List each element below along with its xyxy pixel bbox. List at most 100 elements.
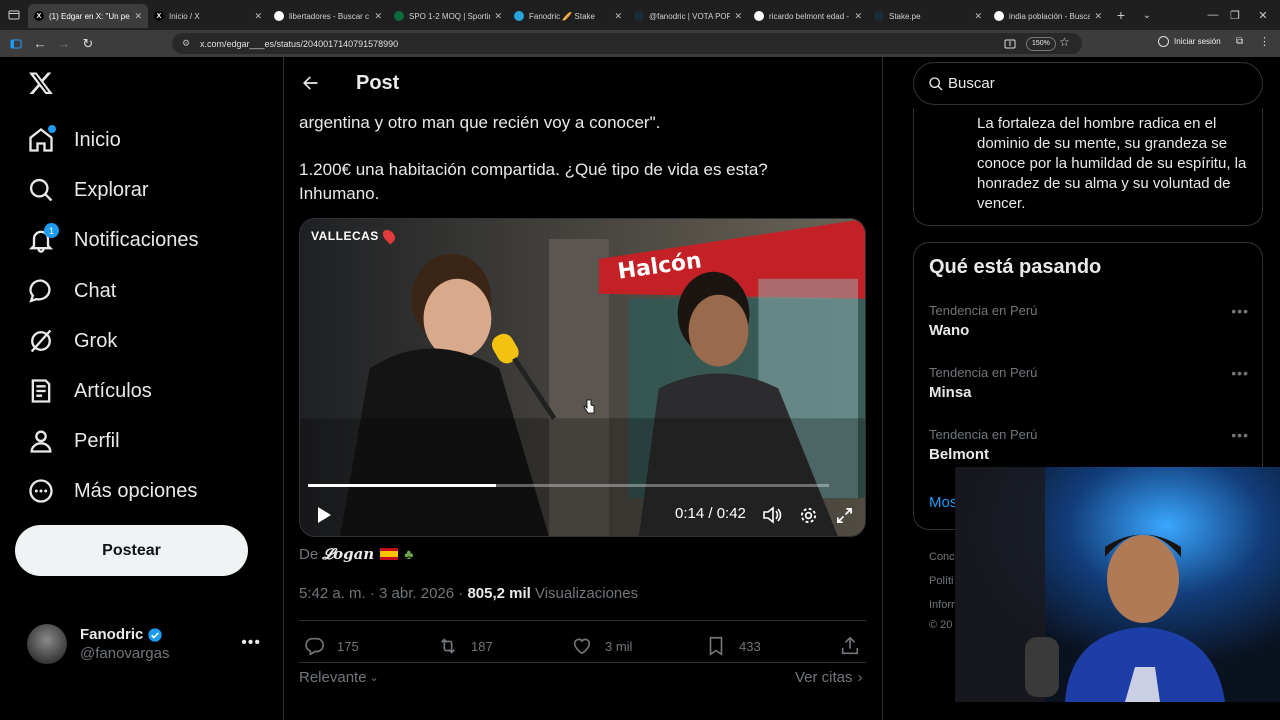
browser-tab[interactable]: Stake.pe ✕	[868, 4, 988, 28]
search-input[interactable]: Buscar	[913, 62, 1263, 105]
trend-context: Tendencia en Perú	[929, 365, 1038, 380]
sidebar-item-explorar[interactable]: Explorar	[26, 170, 148, 210]
view-quotes-link[interactable]: Ver citas ›	[795, 669, 863, 686]
divider	[299, 620, 866, 621]
trend-more-icon[interactable]: •••	[1231, 365, 1249, 381]
reply-button[interactable]: 175	[303, 632, 359, 660]
settings-gear-icon[interactable]	[796, 503, 820, 527]
new-tab-button[interactable]: +	[1108, 7, 1134, 23]
close-tab-icon[interactable]: ✕	[374, 11, 382, 22]
x-logo-icon[interactable]	[28, 70, 54, 98]
browser-tab-bar: X (1) Edgar en X: "Un pe ✕ X Inicio / X ✕ libe…	[0, 0, 1280, 30]
trend-item[interactable]: Tendencia en Perú Minsa •••	[929, 365, 1249, 401]
sidebar-item-inicio[interactable]: Inicio	[26, 120, 121, 160]
tab-title: @fanodric | VOTA POR	[649, 11, 731, 21]
bookmark-count: 433	[739, 638, 761, 654]
footer-link[interactable]: © 20	[929, 619, 952, 631]
chevron-right-icon: ›	[857, 669, 863, 686]
close-tab-icon[interactable]: ✕	[734, 11, 742, 22]
stake-favicon-icon	[634, 11, 644, 21]
browser-tab[interactable]: Fanodric 🥖 Stake ✕	[508, 4, 628, 28]
trend-more-icon[interactable]: •••	[1231, 303, 1249, 319]
credit-name-link[interactable]: 𝓛𝒐𝒈𝒂𝒏	[322, 545, 374, 563]
account-switcher[interactable]: Fanodric @fanovargas •••	[27, 622, 267, 666]
tab-title: Stake.pe	[889, 11, 921, 21]
sidebar-item-grok[interactable]: Grok	[26, 321, 117, 361]
x-favicon-icon: X	[34, 11, 44, 21]
sidebar-item-articulos[interactable]: Artículos	[26, 371, 152, 411]
footer-link[interactable]: Conc	[929, 551, 955, 563]
bookmark-star-icon[interactable]: ☆	[1059, 35, 1070, 49]
download-icon[interactable]	[1004, 37, 1016, 49]
video-progress-bar[interactable]	[308, 484, 829, 487]
page-title: Post	[356, 71, 400, 94]
volume-icon[interactable]	[760, 503, 784, 527]
trend-item[interactable]: Tendencia en Perú Wano •••	[929, 303, 1249, 339]
close-tab-icon[interactable]: ✕	[494, 11, 502, 22]
trend-more-icon[interactable]: •••	[1231, 427, 1249, 443]
browser-tab[interactable]: ricardo belmont edad - ✕	[748, 4, 868, 28]
close-tab-icon[interactable]: ✕	[134, 11, 142, 22]
tweet-timestamp[interactable]: 5:42 a. m. · 3 abr. 2026 ·	[299, 585, 467, 602]
tab-actions-icon[interactable]	[0, 0, 28, 30]
repost-button[interactable]: 187	[437, 632, 493, 660]
tab-title: Fanodric 🥖 Stake	[529, 11, 595, 21]
zoom-indicator[interactable]: 150%	[1026, 37, 1056, 51]
back-icon[interactable]: ←	[28, 30, 52, 57]
fullscreen-icon[interactable]	[832, 503, 856, 527]
sidebar-toggle-icon[interactable]	[4, 30, 28, 57]
sidebar-item-notificaciones[interactable]: 1 Notificaciones	[26, 220, 199, 260]
post-button[interactable]: Postear	[15, 525, 248, 576]
reload-icon[interactable]: ↻	[76, 30, 100, 57]
browser-tab[interactable]: libertadores - Buscar c ✕	[268, 4, 388, 28]
footer-link[interactable]: Políti	[929, 575, 953, 587]
url-text: x.com/edgar___es/status/2040017140791578…	[200, 38, 399, 49]
account-more-icon[interactable]: •••	[241, 634, 261, 652]
forward-icon[interactable]: →	[52, 30, 76, 57]
sort-replies-dropdown[interactable]: Relevante ⌄	[299, 669, 379, 686]
like-button[interactable]: 3 mil	[571, 632, 632, 660]
show-more-link[interactable]: Mos	[929, 494, 957, 511]
webcam-feed	[955, 467, 1280, 702]
sidebar-item-perfil[interactable]: Perfil	[26, 421, 120, 461]
close-tab-icon[interactable]: ✕	[614, 11, 622, 22]
verified-badge-icon	[148, 627, 163, 642]
browser-toolbar: ← → ↻ ⚙ x.com/edgar___es/status/20400171…	[0, 30, 1280, 57]
play-icon[interactable]	[312, 503, 336, 527]
close-tab-icon[interactable]: ✕	[974, 11, 982, 22]
close-window-icon[interactable]: ✕	[1243, 0, 1280, 30]
browser-tab[interactable]: X Inicio / X ✕	[148, 4, 268, 28]
sidebar-item-mas-opciones[interactable]: Más opciones	[26, 471, 197, 511]
sort-label: Relevante	[299, 669, 367, 686]
x-favicon-icon: X	[154, 11, 164, 21]
browser-tab[interactable]: X (1) Edgar en X: "Un pe ✕	[28, 4, 148, 28]
extensions-icon[interactable]: ⧉	[1236, 36, 1243, 47]
close-tab-icon[interactable]: ✕	[1094, 11, 1102, 22]
close-tab-icon[interactable]: ✕	[254, 11, 262, 22]
back-arrow-icon[interactable]	[300, 73, 320, 93]
footer-link[interactable]: Inforn	[929, 599, 957, 611]
site-info-icon[interactable]: ⚙	[182, 38, 194, 49]
bookmark-button[interactable]: 433	[705, 632, 761, 660]
views-count: 805,2 mil	[467, 585, 531, 602]
video-credit: De 𝓛𝒐𝒈𝒂𝒏 ♣	[299, 545, 413, 563]
close-tab-icon[interactable]: ✕	[854, 11, 862, 22]
user-icon	[26, 426, 56, 456]
browser-tab[interactable]: india población - Busca ✕	[988, 4, 1108, 28]
browser-menu-icon[interactable]: ⋮	[1259, 35, 1270, 48]
sidebar-item-label: Chat	[74, 279, 117, 302]
signin-button[interactable]: Iniciar sesión	[1158, 36, 1221, 47]
address-bar[interactable]: ⚙ x.com/edgar___es/status/20400171407915…	[172, 33, 1082, 54]
sidebar-item-chat[interactable]: Chat	[26, 271, 116, 311]
tab-title: SPO 1-2 MOQ | Sportin	[409, 11, 491, 21]
tab-list-chevron-icon[interactable]: ⌄	[1134, 10, 1160, 21]
sidebar-item-label: Inicio	[74, 128, 121, 151]
trend-item[interactable]: Tendencia en Perú Belmont •••	[929, 427, 1249, 463]
avatar	[27, 624, 67, 664]
share-button[interactable]	[839, 632, 873, 660]
video-player[interactable]: Halcón VALLECAS 0:14 / 0:42	[299, 218, 866, 537]
trends-title: Qué está pasando	[929, 256, 1102, 278]
browser-tab[interactable]: SPO 1-2 MOQ | Sportin ✕	[388, 4, 508, 28]
browser-tab[interactable]: @fanodric | VOTA POR ✕	[628, 4, 748, 28]
bell-icon: 1	[26, 223, 59, 255]
